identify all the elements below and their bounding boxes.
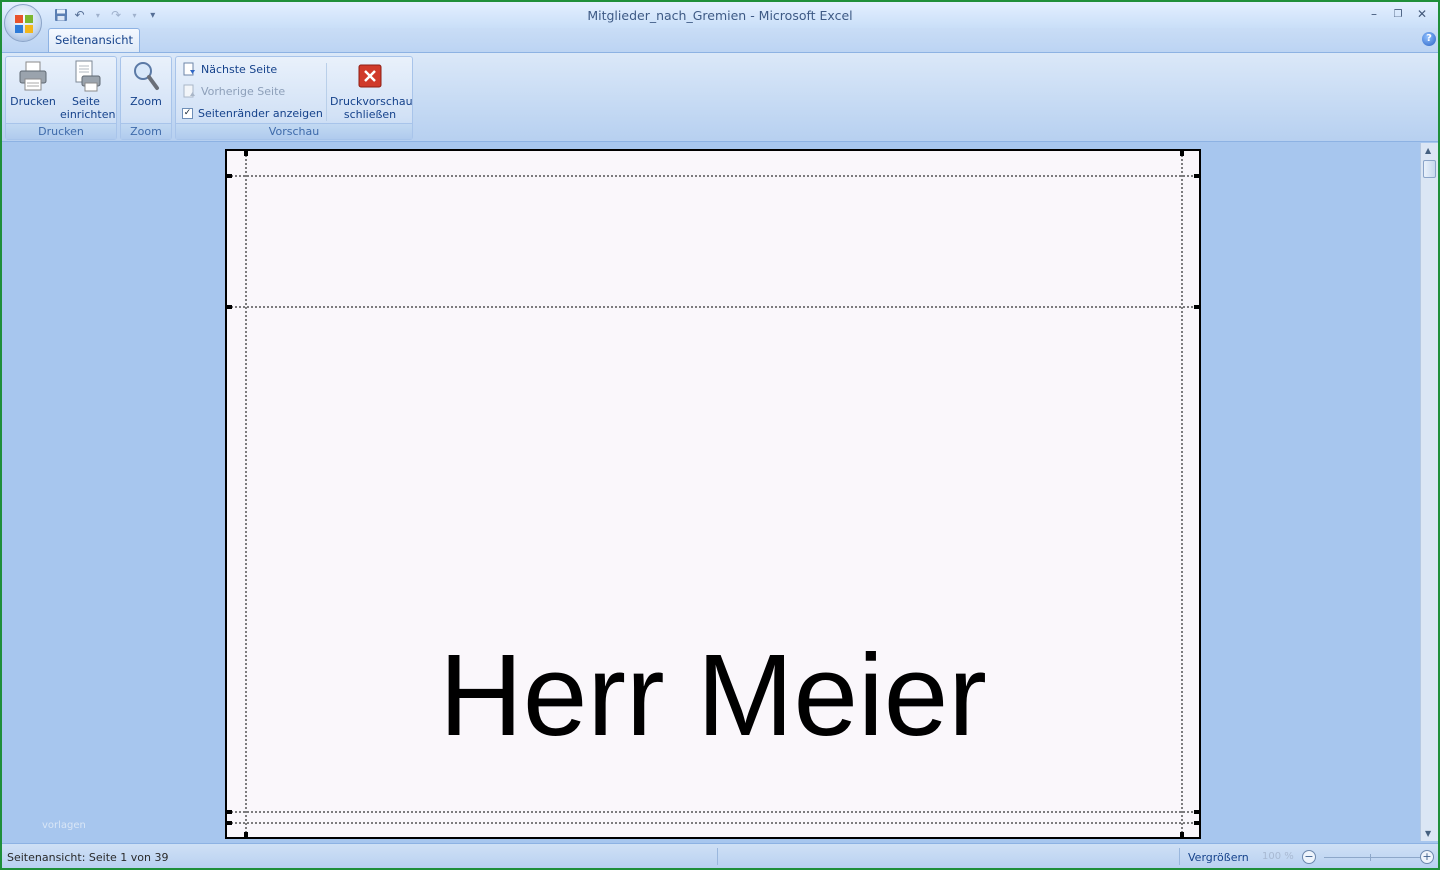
window-controls: – ❐ ✕ <box>1362 5 1434 23</box>
zoom-percent[interactable]: 100 % <box>1262 851 1294 862</box>
group-zoom: Zoom Zoom <box>120 56 172 140</box>
excel-window: ↶ ▾ ↷ ▾ ▾ Mitglieder_nach_Gremien - Micr… <box>2 2 1438 868</box>
restore-button[interactable]: ❐ <box>1386 5 1410 23</box>
zoom-slider-track[interactable] <box>1324 857 1420 858</box>
show-margins-checkbox[interactable]: ✓ Seitenränder anzeigen <box>182 104 323 122</box>
tab-seitenansicht[interactable]: Seitenansicht <box>48 28 140 52</box>
close-preview-label-2: schließen <box>343 108 397 121</box>
zoom-slider-tick <box>1370 854 1371 861</box>
close-preview-label-1: Druckvorschau <box>330 95 413 108</box>
next-page-label: Nächste Seite <box>201 62 278 76</box>
zoom-in-command[interactable]: Vergrößern <box>1188 851 1249 864</box>
scroll-down-icon[interactable]: ▼ <box>1425 829 1431 838</box>
group-vorschau: Nächste Seite Vorherige Seite ✓ Seitenrä… <box>175 56 413 140</box>
ribbon-tab-row: Seitenansicht ? <box>2 28 1438 52</box>
page-setup-label-1: Seite <box>72 95 100 108</box>
printer-icon <box>19 61 47 91</box>
preview-area: Herr Meier vorlagen <box>2 143 1420 841</box>
close-preview-button[interactable]: Druckvorschau schließen <box>330 59 413 121</box>
window-title: Mitglieder_nach_Gremien - Microsoft Exce… <box>587 8 853 23</box>
page-setup-icon <box>75 60 101 92</box>
next-page-icon <box>183 62 195 76</box>
margin-handle[interactable] <box>244 151 248 156</box>
margin-handle[interactable] <box>244 832 248 837</box>
group-label-drucken: Drucken <box>6 123 116 139</box>
margin-handle[interactable] <box>227 821 232 825</box>
vertical-scrollbar[interactable]: ▲ ▼ <box>1420 143 1438 841</box>
page-content-text: Herr Meier <box>439 630 987 760</box>
previous-page-label: Vorherige Seite <box>201 84 286 98</box>
ribbon: Drucken Seite einrichten Drucken Zoom Zo… <box>2 52 1438 142</box>
next-page-button[interactable]: Nächste Seite <box>182 60 277 78</box>
close-preview-icon <box>358 64 382 88</box>
print-preview-page: Herr Meier <box>225 149 1201 839</box>
print-button[interactable]: Drucken <box>8 59 58 108</box>
previous-page-icon <box>183 84 195 98</box>
show-margins-label: Seitenränder anzeigen <box>198 106 323 120</box>
scroll-up-icon[interactable]: ▲ <box>1425 146 1431 155</box>
status-bar: Seitenansicht: Seite 1 von 39 Vergrößern… <box>2 843 1438 868</box>
status-divider <box>1179 848 1180 865</box>
margin-handle[interactable] <box>227 174 232 178</box>
status-divider <box>717 848 718 865</box>
scroll-thumb[interactable] <box>1423 160 1436 178</box>
title-bar: ↶ ▾ ↷ ▾ ▾ Mitglieder_nach_Gremien - Micr… <box>2 2 1438 28</box>
previous-page-button[interactable]: Vorherige Seite <box>182 82 285 100</box>
help-icon[interactable]: ? <box>1422 32 1436 46</box>
margin-handle[interactable] <box>1194 174 1199 178</box>
magnifier-icon <box>134 62 159 90</box>
watermark-text: vorlagen <box>42 820 86 831</box>
office-logo-icon <box>15 15 33 33</box>
zoom-label: Zoom <box>130 95 162 108</box>
group-label-zoom: Zoom <box>121 123 171 139</box>
margin-handle[interactable] <box>1194 821 1199 825</box>
print-label: Drucken <box>10 95 56 108</box>
status-page-text: Seitenansicht: Seite 1 von 39 <box>7 851 169 864</box>
margin-handle[interactable] <box>227 810 232 814</box>
minimize-button[interactable]: – <box>1362 5 1386 23</box>
group-drucken: Drucken Seite einrichten Drucken <box>5 56 117 140</box>
margin-handle[interactable] <box>1180 151 1184 156</box>
page-setup-label-2: einrichten <box>60 108 116 121</box>
page-setup-button[interactable]: Seite einrichten <box>60 59 116 121</box>
group-separator <box>326 63 327 121</box>
checkbox-checked-icon[interactable]: ✓ <box>182 107 193 119</box>
margin-handle[interactable] <box>1194 810 1199 814</box>
margin-handle[interactable] <box>1194 305 1199 309</box>
close-button[interactable]: ✕ <box>1410 5 1434 23</box>
zoom-out-icon[interactable]: − <box>1302 850 1316 864</box>
zoom-button[interactable]: Zoom <box>123 59 169 108</box>
group-label-vorschau: Vorschau <box>176 123 412 139</box>
margin-handle[interactable] <box>1180 832 1184 837</box>
margin-handle[interactable] <box>227 305 232 309</box>
zoom-in-icon[interactable]: + <box>1420 850 1434 864</box>
office-button[interactable] <box>4 4 42 42</box>
